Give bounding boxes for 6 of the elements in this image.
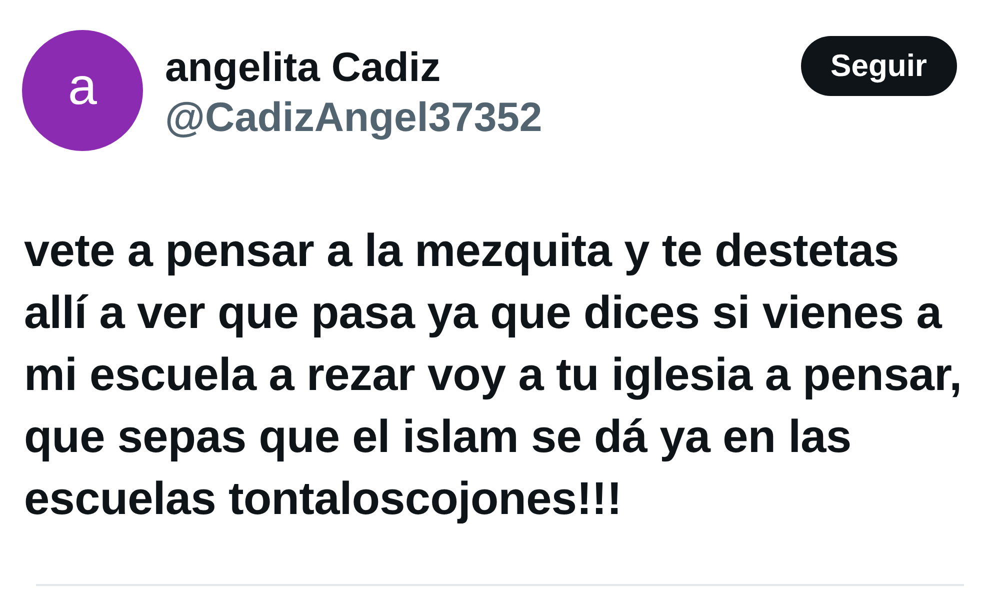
avatar-letter: a xyxy=(68,60,97,112)
author-name[interactable]: angelita Cadiz xyxy=(165,44,542,90)
tweet-text: vete a pensar a la mezquita y te destetas allí a ver que pasa ya que dices si vienes a mi escuela a rezar voy a tu iglesia a pensar, que sepas que el islam se dá ya en las escuelas tontaloscojones!!! xyxy=(24,223,963,526)
follow-button[interactable]: Seguir xyxy=(800,36,957,96)
avatar[interactable]: a xyxy=(22,30,143,151)
author-handle[interactable]: @CadizAngel37352 xyxy=(165,94,542,140)
